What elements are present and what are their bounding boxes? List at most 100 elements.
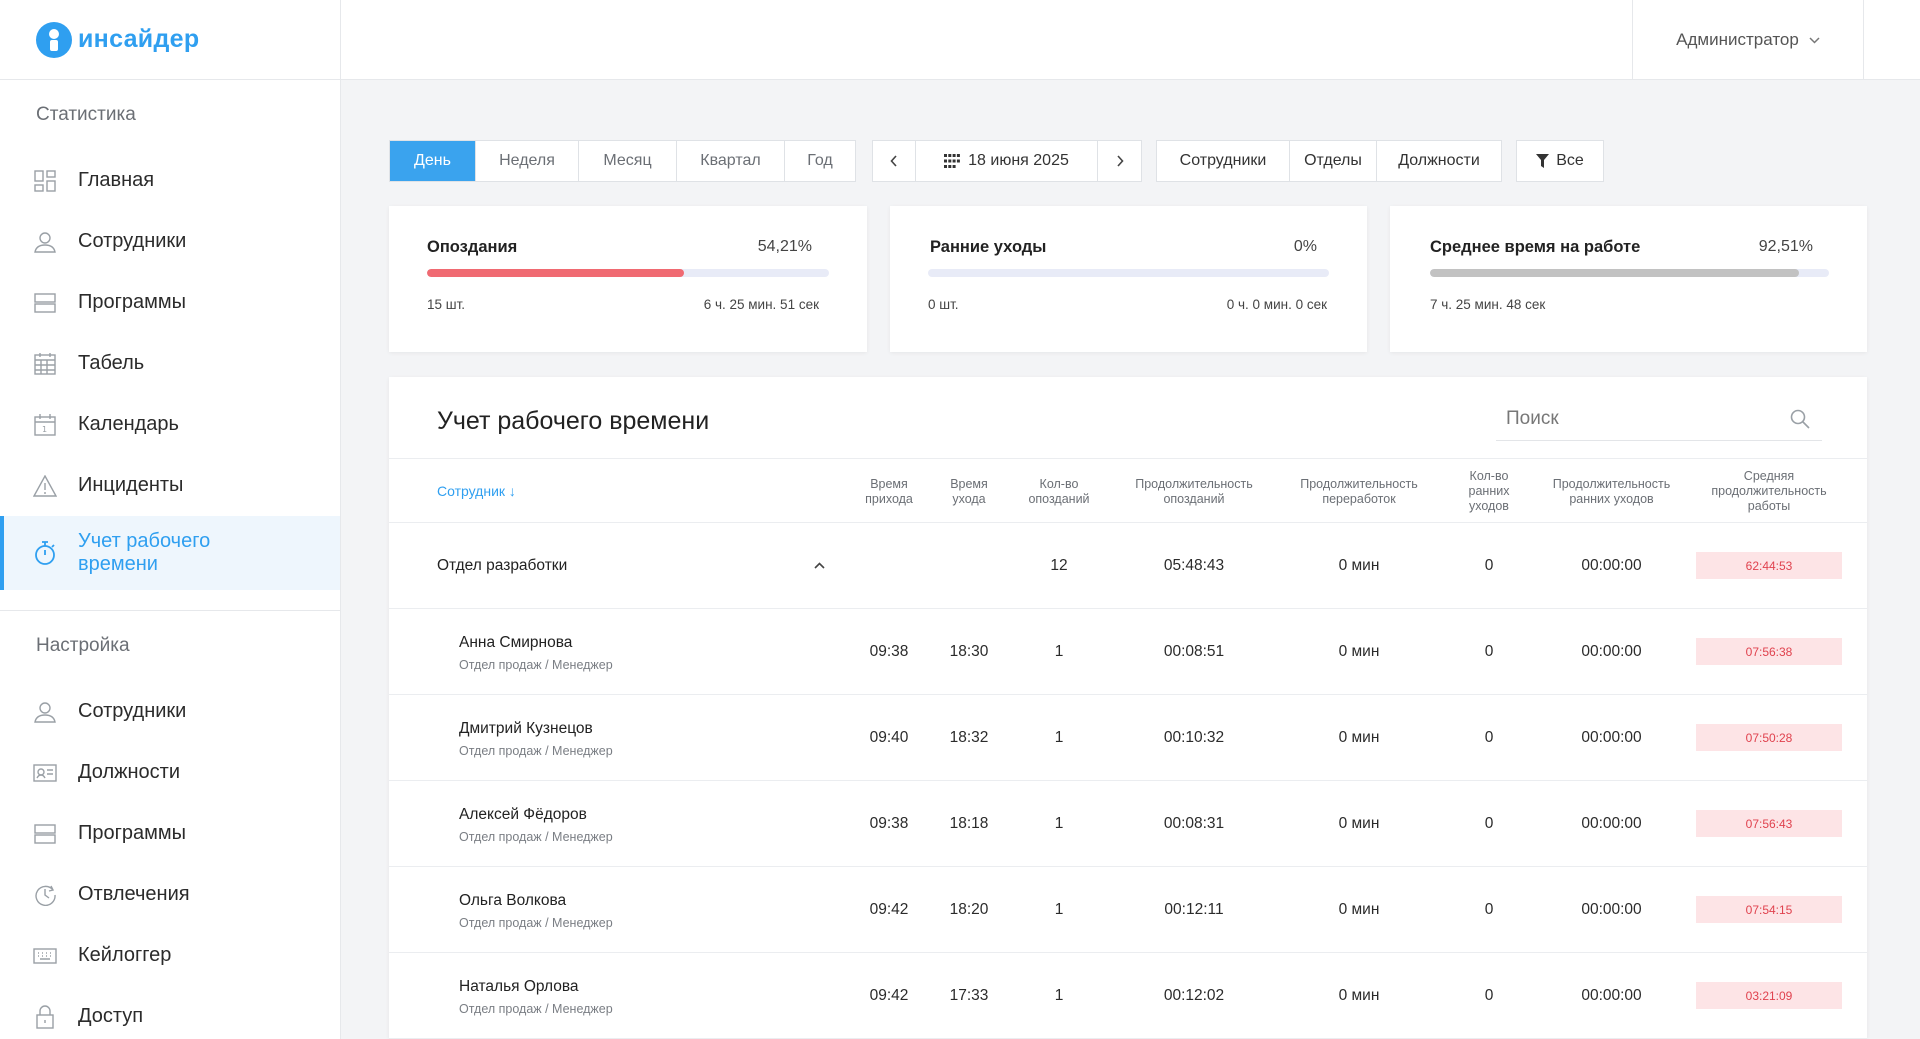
sidebar-item-label: Календарь — [78, 413, 179, 435]
employee-name: Наталья Орлова — [459, 978, 579, 995]
stat-card-early-leave: Ранние уходы 0% 0 шт. 0 ч. 0 мин. 0 сек — [890, 206, 1367, 352]
column-overtime: Продолжительность переработок — [1300, 476, 1418, 506]
chevron-down-icon — [1809, 33, 1820, 47]
date-picker: 18 июня 2025 — [872, 140, 1142, 182]
user-name: Администратор — [1676, 30, 1799, 49]
period-quarter[interactable]: Квартал — [677, 141, 785, 181]
cell-late-duration: 00:10:32 — [1163, 728, 1225, 746]
date-text: 18 июня 2025 — [968, 152, 1069, 169]
cell-early-count: 0 — [1484, 986, 1494, 1004]
sidebar-item-label: Программы — [78, 822, 187, 844]
avg-work-badge: 07:54:15 — [1696, 896, 1842, 923]
cell-arrival: 09:38 — [869, 642, 909, 660]
cell-late-count: 1 — [1054, 900, 1064, 918]
stat-card-title: Опоздания — [427, 238, 518, 256]
stat-card-percent: 92,51% — [1758, 238, 1813, 255]
employee-subtitle: Отдел продаж / Менеджер — [459, 658, 613, 672]
programs-icon — [32, 821, 58, 847]
column-late-duration: Продолжительность опозданий — [1135, 476, 1253, 506]
sidebar-item-calendar[interactable]: 1 Календарь — [0, 394, 340, 455]
sidebar-item-positions[interactable]: Должности — [0, 742, 340, 803]
sidebar-item-settings-programs[interactable]: Программы — [0, 803, 340, 864]
column-early-duration: Продолжительность ранних уходов — [1552, 476, 1671, 506]
sidebar-item-label: Сотрудники — [78, 700, 187, 722]
sidebar-item-timesheet[interactable]: Табель — [0, 333, 340, 394]
view-employees[interactable]: Сотрудники — [1157, 141, 1290, 181]
sidebar-item-main[interactable]: Главная — [0, 150, 340, 211]
progress-track — [928, 269, 1329, 277]
logo-text: инсайдер — [78, 25, 200, 53]
cell-late-count: 1 — [1054, 814, 1064, 832]
period-week[interactable]: Неделя — [476, 141, 579, 181]
filters-toolbar: День Неделя Месяц Квартал Год 18 июня 20… — [389, 140, 1604, 182]
cell-avg-work: 07:56:38 — [1689, 609, 1849, 694]
keyboard-icon — [32, 943, 58, 969]
stat-card-duration: 0 ч. 0 мин. 0 сек — [1226, 297, 1327, 312]
cell-early-duration: 00:00:00 — [1581, 728, 1642, 746]
table-row[interactable]: Наталья Орлова Отдел продаж / Менеджер 09… — [389, 953, 1867, 1039]
cell-avg-work: 07:50:28 — [1689, 695, 1849, 780]
table-row[interactable]: Анна Смирнова Отдел продаж / Менеджер 09:… — [389, 609, 1867, 695]
sidebar-item-label: Учет рабочего времени — [78, 530, 211, 575]
stopwatch-icon — [32, 540, 58, 566]
column-leave: Время ухода — [950, 476, 988, 506]
cell-early-duration: 00:00:00 — [1581, 900, 1642, 918]
sidebar-item-distractions[interactable]: Отвлечения — [0, 864, 340, 925]
filter-button[interactable]: Все — [1516, 140, 1604, 182]
employee-name: Дмитрий Кузнецов — [459, 720, 593, 737]
column-arrival: Время прихода — [865, 476, 913, 506]
avg-work-badge: 07:56:43 — [1696, 810, 1842, 837]
group-row[interactable]: Отдел разработки 12 05:48:43 0 мин 0 00:… — [389, 523, 1867, 609]
next-date-button[interactable] — [1098, 141, 1141, 181]
table-row[interactable]: Дмитрий Кузнецов Отдел продаж / Менеджер … — [389, 695, 1867, 781]
user-menu[interactable]: Администратор — [1632, 0, 1864, 80]
employee-cell: Анна Смирнова Отдел продаж / Менеджер — [459, 609, 613, 694]
search-input[interactable] — [1506, 407, 1776, 430]
top-bar: Администратор — [341, 0, 1920, 80]
sidebar-item-keylogger[interactable]: Кейлоггер — [0, 925, 340, 986]
search-box — [1496, 397, 1822, 441]
progress-track — [1430, 269, 1829, 277]
column-employee[interactable]: Сотрудник ↓ — [437, 459, 637, 524]
date-display[interactable]: 18 июня 2025 — [916, 141, 1098, 181]
stat-card-percent: 54,21% — [757, 238, 812, 255]
period-month[interactable]: Месяц — [579, 141, 677, 181]
progress-track — [427, 269, 829, 277]
employee-cell: Дмитрий Кузнецов Отдел продаж / Менеджер — [459, 695, 613, 780]
cell-late-duration: 00:08:51 — [1163, 642, 1225, 660]
cell-early-count: 0 — [1484, 900, 1494, 918]
view-switcher: Сотрудники Отделы Должности — [1156, 140, 1502, 182]
employee-cell: Алексей Фёдоров Отдел продаж / Менеджер — [459, 781, 613, 866]
cell-late-count: 1 — [1054, 728, 1064, 746]
filter-all[interactable]: Все — [1517, 141, 1603, 181]
sidebar-item-settings-employees[interactable]: Сотрудники — [0, 681, 340, 742]
employee-cell: Ольга Волкова Отдел продаж / Менеджер — [459, 867, 613, 952]
logo[interactable]: инсайдер — [0, 0, 340, 80]
cell-early-count: 0 — [1484, 642, 1494, 660]
chevron-up-icon[interactable] — [809, 523, 829, 608]
search-icon[interactable] — [1790, 409, 1810, 434]
cell-arrival: 09:40 — [869, 728, 909, 746]
view-departments[interactable]: Отделы — [1290, 141, 1377, 181]
prev-date-button[interactable] — [873, 141, 916, 181]
sidebar-item-programs[interactable]: Программы — [0, 272, 340, 333]
table-row[interactable]: Ольга Волкова Отдел продаж / Менеджер 09:… — [389, 867, 1867, 953]
cell-arrival: 09:38 — [869, 814, 909, 832]
view-positions[interactable]: Должности — [1377, 141, 1501, 181]
sidebar-item-access[interactable]: Доступ — [0, 986, 340, 1039]
time-tracking-panel: Учет рабочего времени Сотрудник ↓ Времяп… — [389, 377, 1867, 1039]
stat-card-count: 0 шт. — [928, 297, 959, 312]
cell-overtime: 0 мин — [1338, 728, 1380, 746]
cell-overtime: 0 мин — [1338, 814, 1380, 832]
period-day[interactable]: День — [390, 141, 476, 181]
cell-early-duration: 00:00:00 — [1581, 642, 1642, 660]
cell-leave: 18:20 — [949, 900, 989, 918]
avg-work-badge: 07:56:38 — [1696, 638, 1842, 665]
timesheet-icon — [32, 351, 58, 377]
clock-icon — [32, 882, 58, 908]
table-row[interactable]: Алексей Фёдоров Отдел продаж / Менеджер 0… — [389, 781, 1867, 867]
sidebar-item-time-tracking[interactable]: Учет рабочего времени — [0, 516, 340, 590]
period-year[interactable]: Год — [785, 141, 855, 181]
sidebar-item-incidents[interactable]: Инциденты — [0, 455, 340, 516]
sidebar-item-employees[interactable]: Сотрудники — [0, 211, 340, 272]
